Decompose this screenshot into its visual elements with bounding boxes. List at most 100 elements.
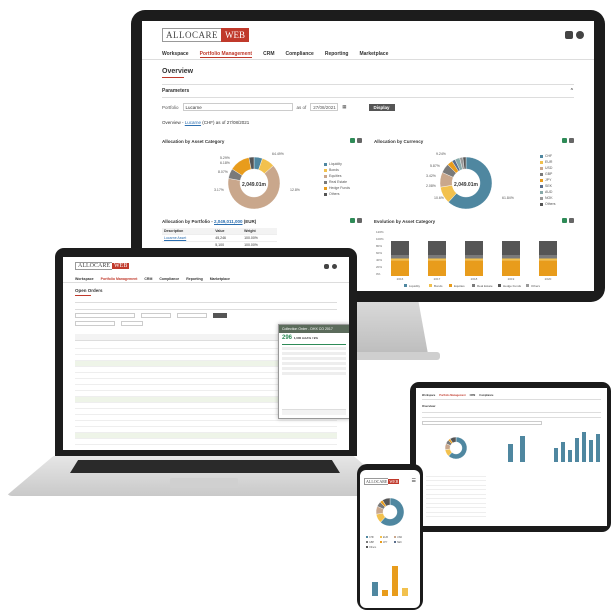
menu-workspace[interactable]: Workspace	[75, 277, 94, 281]
display-button[interactable]	[213, 313, 227, 318]
evolution-bar-segment[interactable]	[465, 255, 483, 259]
overview-portfolio-link[interactable]: Lucarne	[185, 120, 201, 125]
excel-icon[interactable]	[562, 218, 567, 223]
laptop-parameters-bar[interactable]	[75, 302, 337, 310]
menu-compliance[interactable]: Compliance	[479, 394, 493, 397]
evolution-bar-segment[interactable]	[539, 258, 557, 261]
hamburger-icon[interactable]: ☰	[412, 478, 416, 484]
tablet-table-row[interactable]	[426, 480, 486, 482]
tablet-table-row[interactable]	[426, 476, 486, 477]
tablet-bar[interactable]	[561, 442, 565, 462]
menu-compliance[interactable]: Compliance	[286, 51, 314, 57]
tablet-table-row[interactable]	[426, 512, 486, 513]
tablet-bar[interactable]	[554, 448, 558, 462]
menu-compliance[interactable]: Compliance	[159, 277, 179, 281]
evolution-bar-segment[interactable]	[502, 255, 520, 259]
evolution-bar-segment[interactable]	[502, 260, 520, 276]
excel-icon[interactable]	[350, 218, 355, 223]
parameters-bar[interactable]: Parameters ⌃	[162, 84, 574, 98]
evolution-title: Evolution by Asset Category	[374, 219, 436, 224]
cell[interactable]: Lucarne Asset	[162, 234, 214, 242]
settings-icon[interactable]	[357, 138, 362, 143]
evolution-bar-segment[interactable]	[428, 255, 446, 259]
calendar-icon[interactable]: ▦	[342, 104, 346, 110]
excel-icon[interactable]	[350, 138, 355, 143]
date-input[interactable]	[177, 313, 207, 318]
user-icon[interactable]	[332, 263, 337, 269]
tablet-table-row[interactable]	[426, 498, 486, 500]
phone-bar[interactable]	[402, 588, 408, 596]
evolution-bar-segment[interactable]	[391, 260, 409, 276]
menu-portfolio-management[interactable]: Portfolio Management	[439, 394, 465, 397]
evolution-bar-segment[interactable]	[502, 241, 520, 255]
evolution-bar-segment[interactable]	[465, 258, 483, 261]
tablet-bar[interactable]	[582, 432, 586, 462]
tablet-params[interactable]	[422, 412, 601, 418]
popup-footer[interactable]	[282, 409, 346, 415]
evolution-bar-segment[interactable]	[391, 258, 409, 261]
phone-bar[interactable]	[392, 566, 398, 596]
tablet-bar[interactable]	[520, 436, 525, 462]
portfolio-select[interactable]: Lucarne	[182, 103, 293, 111]
evolution-bar-segment[interactable]	[539, 260, 557, 276]
user-controls[interactable]	[324, 263, 337, 269]
ytick: 60%	[376, 251, 382, 255]
ptf-title-link[interactable]: 2,049,011,000	[214, 219, 243, 224]
tablet-table-row[interactable]	[426, 516, 486, 518]
user-controls[interactable]	[565, 31, 584, 39]
tablet-bar[interactable]	[568, 450, 572, 462]
evolution-bar-segment[interactable]	[465, 260, 483, 276]
laptop-logo[interactable]: ALLOCARE WEB	[75, 262, 130, 270]
menu-portfolio-management[interactable]: Portfolio Management	[101, 277, 138, 281]
settings-icon[interactable]	[357, 218, 362, 223]
evolution-bar-segment[interactable]	[428, 260, 446, 276]
tablet-select[interactable]	[422, 421, 542, 425]
grid-icon[interactable]	[565, 31, 573, 39]
tablet-bar[interactable]	[596, 434, 600, 462]
collapse-icon[interactable]: ⌃	[570, 88, 574, 94]
tablet-bar[interactable]	[508, 444, 513, 462]
tablet-table-row[interactable]	[426, 485, 486, 486]
menu-marketplace[interactable]: Marketplace	[210, 277, 230, 281]
menu-marketplace[interactable]: Marketplace	[359, 51, 388, 57]
filter-select[interactable]	[75, 321, 115, 326]
settings-icon[interactable]	[569, 138, 574, 143]
menu-workspace[interactable]: Workspace	[162, 51, 189, 57]
tablet-table-row[interactable]	[426, 489, 486, 491]
menu-reporting[interactable]: Reporting	[325, 51, 349, 57]
date-input[interactable]	[141, 313, 171, 318]
evolution-bar-segment[interactable]	[428, 258, 446, 261]
evolution-bar-segment[interactable]	[391, 255, 409, 259]
phone-bar[interactable]	[372, 582, 378, 596]
menu-portfolio-management[interactable]: Portfolio Management	[199, 51, 253, 58]
tablet-table-row[interactable]	[426, 503, 486, 504]
menu-crm[interactable]: CRM	[144, 277, 152, 281]
excel-icon[interactable]	[562, 138, 567, 143]
tablet-bar[interactable]	[589, 440, 593, 462]
menu-crm[interactable]: CRM	[470, 394, 476, 397]
table-row[interactable]	[75, 445, 337, 450]
allocare-logo[interactable]: ALLOCARE WEB	[162, 28, 249, 42]
evolution-bar-segment[interactable]	[465, 241, 483, 255]
as-of-date-input[interactable]: 27/08/2021	[310, 103, 339, 111]
table-row[interactable]: Lucarne Asset 45,246 100.00%	[162, 234, 277, 242]
tablet-table-row[interactable]	[426, 507, 486, 509]
menu-crm[interactable]: CRM	[263, 51, 274, 57]
user-icon[interactable]	[576, 31, 584, 39]
evolution-bar-segment[interactable]	[502, 258, 520, 261]
filter-select[interactable]	[121, 321, 143, 326]
menu-reporting[interactable]: Reporting	[186, 277, 203, 281]
tablet-bar[interactable]	[575, 438, 579, 462]
menu-workspace[interactable]: Workspace	[422, 394, 435, 397]
evolution-bar-segment[interactable]	[539, 255, 557, 259]
grid-icon[interactable]	[324, 263, 329, 269]
evolution-bar-segment[interactable]	[391, 241, 409, 255]
phone-logo[interactable]: ALLOCARE WEB	[364, 477, 400, 485]
phone-bar[interactable]	[382, 590, 388, 596]
filter-select[interactable]	[75, 313, 135, 318]
tablet-table-row[interactable]	[426, 494, 486, 495]
evolution-bar-segment[interactable]	[428, 241, 446, 255]
settings-icon[interactable]	[569, 218, 574, 223]
display-button[interactable]: Display	[368, 103, 395, 111]
evolution-bar-segment[interactable]	[539, 241, 557, 255]
